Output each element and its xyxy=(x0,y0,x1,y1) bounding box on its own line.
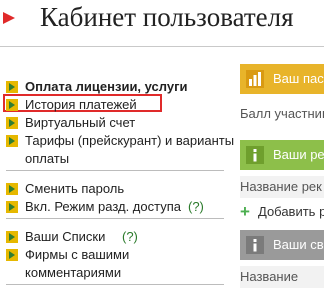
panel-header[interactable]: Ваш пас xyxy=(240,64,324,94)
panel-header[interactable]: Ваши св xyxy=(240,230,324,260)
bullet-icon xyxy=(6,249,18,261)
panel-body: Название рек xyxy=(240,176,324,198)
title-divider xyxy=(0,46,324,47)
menu-separator xyxy=(6,284,224,285)
panel-body: Балл участник xyxy=(240,94,324,132)
panel-text: Балл участник xyxy=(240,106,324,121)
bullet-icon xyxy=(6,231,18,243)
info-icon xyxy=(246,236,264,254)
title-arrow-icon xyxy=(3,12,15,24)
menu-item-label: История платежей xyxy=(25,97,137,112)
menu-item-label: Виртуальный счет xyxy=(25,115,136,130)
panel-header[interactable]: Ваши ре xyxy=(240,140,324,170)
bar-chart-icon xyxy=(246,70,264,88)
panel-text: Название рек xyxy=(240,179,322,194)
info-icon xyxy=(246,146,264,164)
menu-item-label: комментариями xyxy=(25,265,122,280)
bullet-icon xyxy=(6,99,18,111)
help-link[interactable]: (?) xyxy=(122,228,138,246)
panel-title: Ваши св xyxy=(273,237,324,252)
page-title: Кабинет пользователя xyxy=(0,0,324,44)
bullet-icon xyxy=(6,81,18,93)
page-title-text: Кабинет пользователя xyxy=(40,2,294,32)
bullet-icon xyxy=(6,201,18,213)
panel-body: Название xyxy=(240,266,324,288)
panel-text: Название xyxy=(240,269,299,284)
bullet-icon xyxy=(6,135,18,147)
menu-item-label: оплаты xyxy=(25,151,70,166)
add-row[interactable]: + Добавить р xyxy=(240,198,324,224)
menu-item-label: Оплата лицензии, услуги xyxy=(25,79,188,94)
plus-icon: + xyxy=(240,202,250,221)
menu-item-label: Фирмы с вашими xyxy=(25,247,130,262)
panel-title: Ваш пас xyxy=(273,71,324,86)
panel-title: Ваши ре xyxy=(273,147,324,162)
menu-item-label: Тарифы (прейскурант) и варианты xyxy=(25,133,235,148)
add-link[interactable]: Добавить р xyxy=(258,204,324,219)
bullet-icon xyxy=(6,183,18,195)
menu-item-label: Сменить пароль xyxy=(25,181,125,196)
bullet-icon xyxy=(6,117,18,129)
menu-separator xyxy=(6,218,224,219)
menu-separator xyxy=(6,170,224,171)
menu-item-label: Ваши Списки xyxy=(25,229,106,244)
help-link[interactable]: (?) xyxy=(188,198,204,216)
menu-item-label: Вкл. Режим разд. доступа xyxy=(25,199,181,214)
